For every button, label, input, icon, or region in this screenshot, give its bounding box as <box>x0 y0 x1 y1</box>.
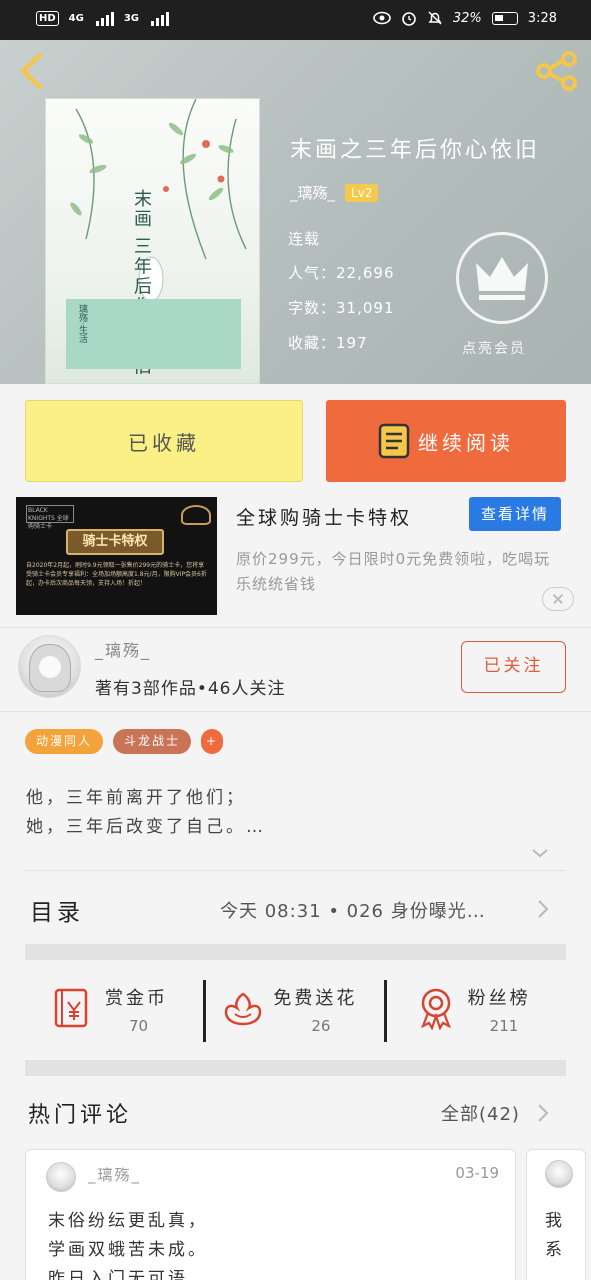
add-tag-button[interactable]: + <box>201 729 224 754</box>
synopsis-line: 她，三年后改变了自己。… <box>26 817 266 837</box>
cover-green-band <box>66 299 241 369</box>
flower-icon <box>225 992 262 1026</box>
network-4g-label: 4G <box>68 13 84 24</box>
fan-ranking-button[interactable]: 粉丝榜 211 <box>386 962 566 1058</box>
book-word-count: 字数：31,091 <box>288 299 395 317</box>
author-name[interactable]: _璃殇_ <box>95 637 151 661</box>
tag-item[interactable]: 动漫同人 <box>25 729 104 754</box>
book-popularity: 人气：22,696 <box>288 264 395 282</box>
comment-text: 末俗纷纭更乱真， 学画双蛾苦未成。 昨日入门无可语 <box>48 1207 208 1280</box>
battery-icon <box>491 11 518 25</box>
book-author[interactable]: _璃殇_ <box>290 182 335 203</box>
book-favorites: 收藏：197 <box>288 334 368 352</box>
comment-line: 系 <box>545 1240 562 1260</box>
crown-icon <box>476 257 528 300</box>
divider <box>203 980 206 1042</box>
ad-logo: BLACK KNIGHTS 全球购骑士卡 <box>26 505 74 530</box>
ad-image-fine-print: 自2020年2月起，刷时9.9元领取一张售价299元的骑士卡，您将享受骑士卡会员… <box>26 562 207 587</box>
toc-label[interactable]: 目录 <box>30 893 84 927</box>
stat-value: 70 <box>129 1017 149 1035</box>
eye-icon <box>373 11 391 25</box>
divider <box>0 627 591 628</box>
comment-line: 末俗纷纭更乱真， <box>48 1211 208 1231</box>
section-band <box>25 1060 566 1076</box>
book-icon <box>378 423 410 459</box>
tag-item[interactable]: 斗龙战士 <box>113 729 192 754</box>
commenter-name[interactable]: _璃殇_ <box>88 1164 141 1185</box>
divider <box>384 980 387 1042</box>
comment-text: 我 系 <box>545 1207 562 1265</box>
ad-close-icon[interactable] <box>542 587 574 611</box>
cover-author-tag: 璃殇·生活 <box>77 304 87 343</box>
share-icon[interactable] <box>535 50 579 92</box>
hd-indicator: HD <box>36 11 59 26</box>
ad-image-title: 骑士卡特权 <box>66 529 164 555</box>
reward-coins-button[interactable]: 赏金币 70 <box>25 962 205 1058</box>
comment-date: 03-19 <box>455 1164 499 1182</box>
book-cover[interactable]: 末画 三年后你心依旧 璃殇·生活 <box>45 98 260 384</box>
section-band <box>25 944 566 960</box>
alarm-icon <box>402 12 416 26</box>
signal-icon-2 <box>151 11 170 26</box>
all-comments-link[interactable]: 全部(42) <box>441 1100 520 1126</box>
book-status: 连载 <box>288 230 321 248</box>
synopsis: 他，三年前离开了他们； 她，三年后改变了自己。… <box>26 784 266 842</box>
follow-button[interactable]: 已关注 <box>461 641 566 693</box>
ad-title[interactable]: 全球购骑士卡特权 <box>236 503 412 530</box>
mute-bell-icon <box>428 11 442 25</box>
red-envelope-icon <box>54 988 88 1028</box>
chevron-down-icon[interactable] <box>531 844 549 862</box>
stat-label: 赏金币 <box>105 988 168 1009</box>
stat-label: 免费送花 <box>273 988 358 1009</box>
signal-icon <box>95 11 114 26</box>
comment-card[interactable]: 我 系 <box>526 1149 586 1280</box>
ad-banner-image[interactable]: BLACK KNIGHTS 全球购骑士卡 骑士卡特权 自2020年2月起，刷时9… <box>16 497 217 615</box>
chevron-right-icon[interactable] <box>536 1103 550 1123</box>
favorited-label: 已收藏 <box>128 430 200 455</box>
favorited-button[interactable]: 已收藏 <box>25 400 303 482</box>
network-3g-label: 3G <box>123 13 140 24</box>
author-avatar[interactable] <box>18 635 81 698</box>
chevron-right-icon[interactable] <box>536 899 550 919</box>
author-level-badge: Lv2 <box>345 183 379 202</box>
toc-latest-chapter[interactable]: 今天 08:31 • 026 身份曝光… <box>220 897 486 923</box>
book-header: 末画 三年后你心依旧 璃殇·生活 末画之三年后你心依旧 _璃殇_ Lv2 连载 … <box>0 40 591 384</box>
clock: 3:28 <box>527 10 557 26</box>
battery-percent: 32% <box>452 10 482 26</box>
ad-detail-button[interactable]: 查看详情 <box>469 497 561 531</box>
divider <box>25 870 566 871</box>
comment-line: 昨日入门无可语 <box>48 1269 188 1280</box>
hot-comments-label: 热门评论 <box>28 1103 133 1128</box>
continue-reading-button[interactable]: 继续阅读 <box>326 400 566 482</box>
synopsis-line: 他，三年前离开了他们； <box>26 788 246 808</box>
commenter-avatar[interactable] <box>46 1162 76 1192</box>
commenter-avatar[interactable] <box>545 1160 573 1188</box>
cloud-ornament-icon <box>181 505 211 525</box>
comment-card[interactable]: _璃殇_ 03-19 末俗纷纭更乱真， 学画双蛾苦未成。 昨日入门无可语 <box>25 1149 516 1280</box>
stat-label: 粉丝榜 <box>467 988 531 1009</box>
medal-icon <box>420 988 451 1030</box>
comment-line: 学画双蛾苦未成。 <box>48 1240 208 1260</box>
vip-label[interactable]: 点亮会员 <box>462 338 526 358</box>
stat-value: 26 <box>311 1017 331 1035</box>
divider <box>0 711 591 712</box>
send-flower-button[interactable]: 免费送花 26 <box>205 962 385 1058</box>
author-info: 著有3部作品•46人关注 <box>95 679 286 699</box>
vip-crown-button[interactable] <box>456 232 548 324</box>
stats-row: 赏金币 70 免费送花 26 粉丝榜 211 <box>25 962 566 1058</box>
status-bar: HD 4G 3G 32% 3:28 <box>0 0 591 40</box>
stat-value: 211 <box>489 1017 519 1035</box>
ad-description: 原价299元，今日限时0元免费领啦，吃喝玩乐统统省钱 <box>236 550 551 593</box>
tag-list: 动漫同人 斗龙战士 + <box>25 729 224 754</box>
comment-line: 我 <box>545 1211 562 1231</box>
continue-reading-label: 继续阅读 <box>418 430 514 455</box>
book-title: 末画之三年后你心依旧 <box>290 138 541 163</box>
back-arrow-icon[interactable] <box>16 52 48 90</box>
